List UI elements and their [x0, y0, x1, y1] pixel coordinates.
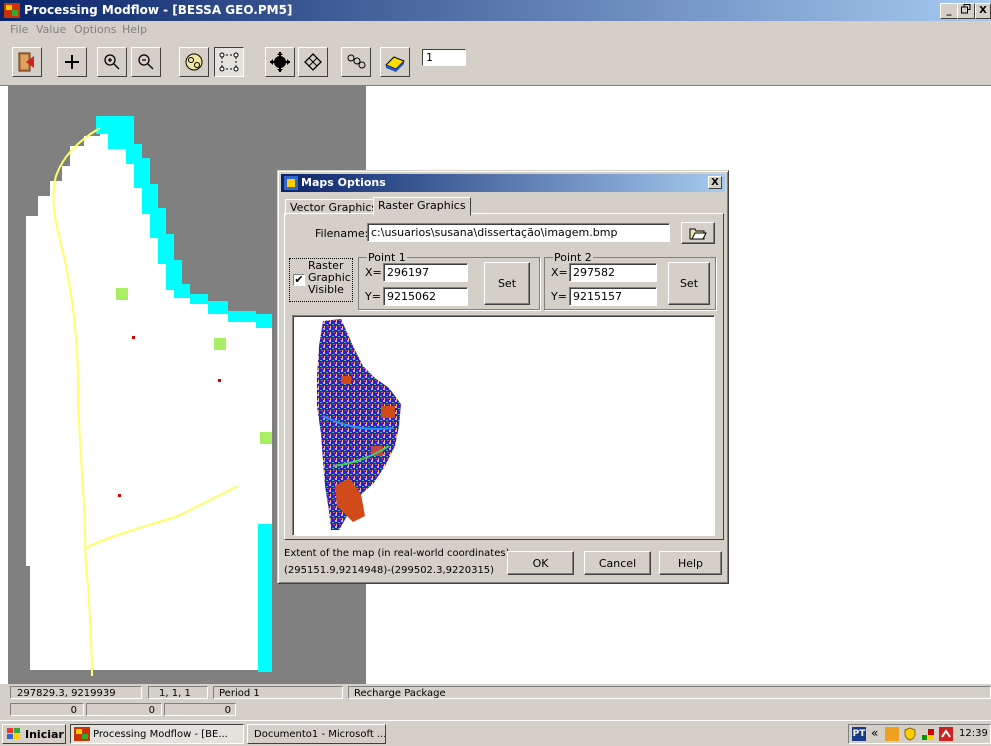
restore-button[interactable] [957, 3, 975, 19]
point1-title: Point 1 [367, 251, 407, 264]
app-icon [4, 3, 20, 18]
browse-button[interactable] [681, 222, 715, 244]
menu-help[interactable]: Help [122, 23, 147, 36]
status-value-a: 0 [10, 703, 84, 716]
particle-icon [347, 54, 366, 69]
layer-icon [385, 56, 405, 72]
extent-value: (295151.9,9214948)-(299502.3,9220315) [284, 565, 495, 576]
status-bar: 297829.3, 9219939 1, 1, 1 Period 1 Recha… [0, 684, 991, 720]
clock: 12:39 [959, 728, 988, 739]
point1-y-label: Y= [365, 290, 381, 303]
extent-label: Extent of the map (in real-world coordin… [284, 548, 513, 559]
tab-raster-graphics[interactable]: Raster Graphics [373, 197, 471, 216]
zoom-out-icon [138, 54, 154, 70]
dialog-titlebar: Maps Options X [281, 174, 725, 192]
filename-label: Filename: [315, 227, 369, 240]
toolbar [0, 39, 991, 86]
grid-icon [304, 53, 322, 71]
close-button[interactable]: X [975, 3, 991, 19]
raster-label-3: Visible [308, 283, 344, 296]
point1-group: Point 1 X= 296197 Y= 9215062 Set [358, 252, 540, 310]
shield-icon[interactable] [903, 727, 917, 741]
point2-title: Point 2 [553, 251, 593, 264]
digitize-icon [185, 53, 203, 71]
raster-graphics-panel: Filename: c:\usuarios\susana\dissertação… [284, 213, 724, 540]
point2-y-input[interactable]: 9215157 [569, 287, 657, 306]
exit-button[interactable] [12, 47, 42, 77]
minimize-button[interactable]: _ [940, 3, 958, 19]
point2-x-label: X= [551, 266, 568, 279]
zoom-in-button[interactable] [97, 47, 127, 77]
window-titlebar: Processing Modflow - [BESSA GEO.PM5] _ X [0, 0, 991, 21]
open-folder-icon [689, 228, 707, 240]
cancel-button[interactable]: Cancel [584, 551, 651, 575]
point2-set-button[interactable]: Set [668, 262, 710, 305]
language-indicator[interactable]: PT [852, 727, 866, 741]
point2-x-input[interactable]: 297582 [569, 263, 657, 282]
system-tray: PT « 12:39 [848, 724, 991, 744]
particle-button[interactable] [341, 47, 371, 77]
move-button[interactable] [265, 47, 295, 77]
status-period: Period 1 [213, 686, 343, 699]
raster-preview [292, 315, 715, 536]
layer-button[interactable] [380, 47, 410, 77]
zoom-out-button[interactable] [131, 47, 161, 77]
start-button[interactable]: Iniciar [2, 724, 66, 744]
status-value-b: 0 [86, 703, 162, 716]
menu-options[interactable]: Options [74, 23, 116, 36]
ok-button[interactable]: OK [507, 551, 574, 575]
window-title: Processing Modflow - [BESSA GEO.PM5] [24, 3, 293, 17]
raster-visible-checkbox-area[interactable]: ✔ Raster Graphic Visible [289, 258, 353, 302]
status-package: Recharge Package [348, 686, 991, 699]
taskbar-item-modflow-label: Processing Modflow - [BE... [93, 728, 228, 740]
add-icon [65, 55, 79, 69]
modflow-app-icon [74, 727, 90, 741]
antivirus-icon[interactable] [939, 727, 953, 741]
filename-input[interactable]: c:\usuarios\susana\dissertação\imagem.bm… [367, 223, 670, 242]
move-icon [270, 52, 290, 72]
dialog-title: Maps Options [301, 176, 386, 189]
taskbar-item-word[interactable]: W Documento1 - Microsoft ... [247, 724, 386, 744]
maps-options-dialog: Maps Options X Vector Graphics Raster Gr… [277, 170, 729, 584]
zoom-in-icon [104, 54, 120, 70]
tray-app-icon[interactable] [885, 727, 899, 741]
taskbar-item-modflow[interactable]: Processing Modflow - [BE... [70, 724, 244, 744]
point1-x-label: X= [365, 266, 382, 279]
network-icon[interactable] [921, 727, 935, 741]
menu-bar: File Value Options Help [0, 21, 991, 39]
start-label: Iniciar [25, 727, 64, 741]
status-value-c: 0 [164, 703, 236, 716]
polygon-button[interactable] [214, 47, 244, 77]
digitize-button[interactable] [179, 47, 209, 77]
dialog-app-icon [284, 176, 298, 190]
dialog-close-button[interactable]: X [708, 176, 722, 189]
point1-x-input[interactable]: 296197 [383, 263, 468, 282]
point1-set-button[interactable]: Set [484, 262, 530, 305]
status-cell: 1, 1, 1 [148, 686, 208, 699]
windows-taskbar: Iniciar Processing Modflow - [BE... W Do… [0, 720, 991, 746]
layer-number-input[interactable]: 1 [422, 49, 466, 66]
point2-y-label: Y= [551, 290, 567, 303]
polygon-icon [219, 52, 239, 72]
menu-value[interactable]: Value [36, 23, 66, 36]
exit-icon [18, 52, 34, 72]
tray-expand-chevron[interactable]: « [871, 726, 878, 740]
point1-y-input[interactable]: 9215062 [383, 287, 468, 306]
raster-visible-checkbox[interactable]: ✔ [293, 274, 305, 286]
raster-map-image [317, 319, 401, 530]
add-button[interactable] [57, 47, 87, 77]
status-coordinates: 297829.3, 9219939 [10, 686, 142, 699]
menu-file[interactable]: File [10, 23, 28, 36]
help-button[interactable]: Help [659, 551, 722, 575]
windows-logo-icon [7, 728, 20, 739]
point2-group: Point 2 X= 297582 Y= 9215157 Set [544, 252, 716, 310]
restore-icon [961, 4, 971, 14]
taskbar-item-word-label: Documento1 - Microsoft ... [254, 728, 386, 740]
grid-button[interactable] [298, 47, 328, 77]
